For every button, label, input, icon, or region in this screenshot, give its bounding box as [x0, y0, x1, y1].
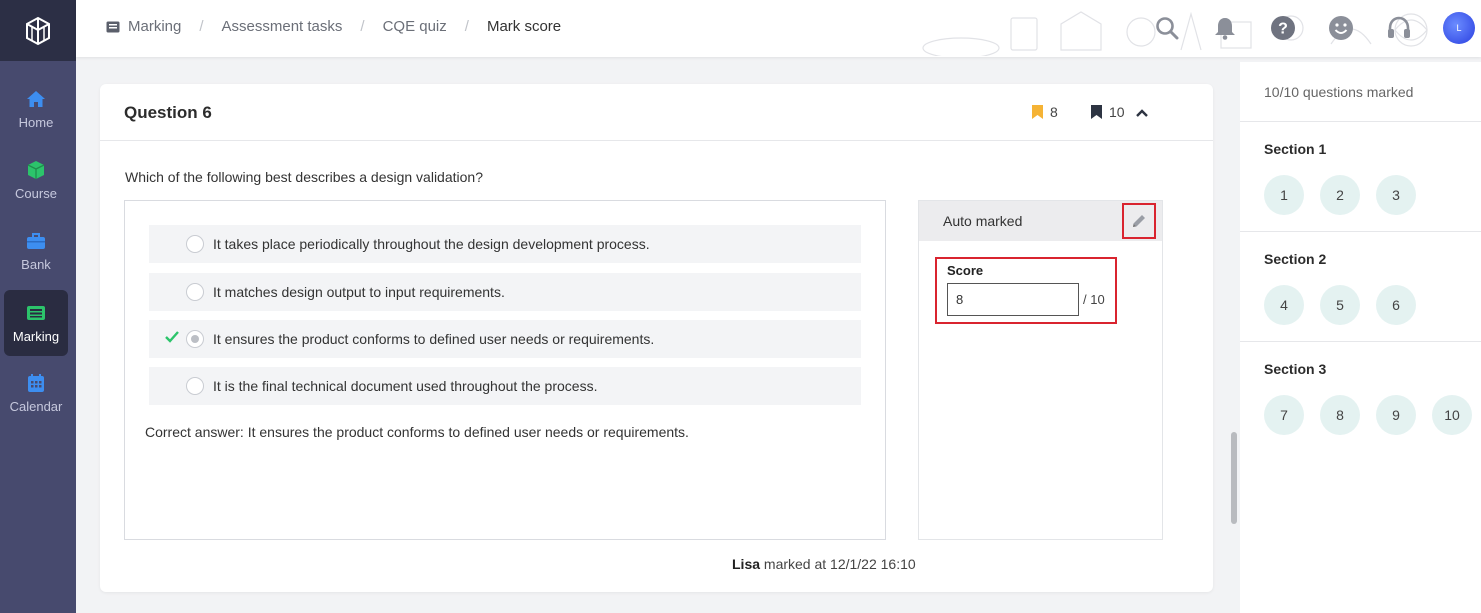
marked-count: 10/10 questions marked	[1264, 84, 1414, 100]
sidebar-item-marking[interactable]: Marking	[4, 290, 68, 356]
toolbox-icon	[26, 231, 46, 251]
breadcrumb-separator: /	[464, 18, 469, 35]
edit-score-button[interactable]	[1122, 203, 1156, 239]
sidebar-item-label: Calendar	[9, 398, 63, 414]
breadcrumb-quiz[interactable]: CQE quiz	[383, 18, 447, 35]
score-max: / 10	[1083, 292, 1105, 307]
option-label: It matches design output to input requir…	[213, 284, 505, 300]
headset-icon[interactable]	[1385, 14, 1413, 42]
breadcrumb-separator: /	[360, 18, 365, 35]
marked-by-note: Lisa marked at 12/1/22 16:10	[732, 556, 916, 572]
radio-button[interactable]	[186, 283, 204, 301]
awarded-score-badge: 8	[1032, 104, 1058, 120]
marking-panel: Auto marked Score / 10	[918, 200, 1163, 540]
chevron-up-icon[interactable]	[1135, 106, 1149, 120]
sidebar: Home Course Bank Marking Calendar	[0, 0, 76, 613]
radio-button[interactable]	[186, 235, 204, 253]
logo-icon	[26, 16, 50, 45]
radio-button[interactable]	[186, 377, 204, 395]
section-title: Section 1	[1264, 141, 1327, 157]
breadcrumb-assessment-tasks[interactable]: Assessment tasks	[222, 18, 343, 35]
avatar[interactable]: L	[1443, 12, 1475, 44]
max-score-badge: 10	[1091, 104, 1125, 120]
divider	[1240, 121, 1481, 122]
marking-breadcrumb-icon	[106, 21, 120, 32]
svg-text:?: ?	[1278, 21, 1288, 38]
home-icon	[26, 89, 46, 109]
question-header: Question 6 8 10	[100, 84, 1213, 141]
sidebar-item-calendar[interactable]: Calendar	[4, 360, 68, 426]
search-icon[interactable]	[1153, 14, 1181, 42]
bell-icon[interactable]	[1211, 14, 1239, 42]
breadcrumb: Marking / Assessment tasks / CQE quiz / …	[106, 18, 561, 35]
option-label: It is the final technical document used …	[213, 378, 598, 394]
score-section: Score / 10	[935, 257, 1117, 324]
app-logo[interactable]	[0, 0, 76, 61]
question-nav-button[interactable]: 9	[1376, 395, 1416, 435]
marker-name: Lisa	[732, 556, 761, 572]
sidebar-item-bank[interactable]: Bank	[4, 218, 68, 284]
breadcrumb-current: Mark score	[486, 18, 562, 35]
header-actions: ? L	[1153, 12, 1481, 44]
question-nav-button[interactable]: 5	[1320, 285, 1360, 325]
main-scrollbar[interactable]	[1229, 62, 1239, 613]
divider	[1240, 231, 1481, 232]
option-4[interactable]: It is the final technical document used …	[149, 367, 861, 405]
question-nav-button[interactable]: 3	[1376, 175, 1416, 215]
sidebar-item-label: Home	[18, 114, 54, 130]
question-title: Question 6	[124, 103, 212, 122]
marking-icon	[26, 303, 46, 323]
question-nav-button[interactable]: 1	[1264, 175, 1304, 215]
question-nav-button[interactable]: 2	[1320, 175, 1360, 215]
divider	[1240, 341, 1481, 342]
correct-answer: Correct answer: It ensures the product c…	[145, 424, 689, 440]
radio-button-selected[interactable]	[186, 330, 204, 348]
cube-icon	[26, 160, 46, 180]
top-header: Marking / Assessment tasks / CQE quiz / …	[76, 0, 1481, 57]
option-1[interactable]: It takes place periodically throughout t…	[149, 225, 861, 263]
question-nav-button[interactable]: 6	[1376, 285, 1416, 325]
calendar-icon	[26, 373, 46, 393]
section-title: Section 3	[1264, 361, 1327, 377]
radio-dot	[191, 335, 199, 343]
marking-panel-header: Auto marked	[919, 201, 1162, 241]
pencil-icon	[1133, 215, 1145, 227]
option-label: It ensures the product conforms to defin…	[213, 331, 655, 347]
breadcrumb-separator: /	[199, 18, 204, 35]
sidebar-item-label: Bank	[21, 256, 51, 272]
smiley-icon[interactable]	[1327, 14, 1355, 42]
section-title: Section 2	[1264, 251, 1327, 267]
help-icon[interactable]: ?	[1269, 14, 1297, 42]
sidebar-item-label: Course	[15, 185, 57, 201]
max-score-value: 10	[1109, 104, 1125, 120]
question-card: Question 6 8 10 Which of the following b…	[100, 84, 1213, 592]
score-input[interactable]	[947, 283, 1079, 316]
option-label: It takes place periodically throughout t…	[213, 236, 650, 252]
scrollbar-thumb[interactable]	[1231, 432, 1237, 524]
question-navigator: 10/10 questions marked Section 1 1 2 3 S…	[1240, 62, 1481, 613]
question-nav-button[interactable]: 8	[1320, 395, 1360, 435]
question-nav-button[interactable]: 4	[1264, 285, 1304, 325]
question-nav-button[interactable]: 10	[1432, 395, 1472, 435]
awarded-score-value: 8	[1050, 104, 1058, 120]
question-text: Which of the following best describes a …	[125, 169, 483, 185]
option-3[interactable]: It ensures the product conforms to defin…	[149, 320, 861, 358]
auto-marked-label: Auto marked	[943, 213, 1023, 229]
marked-at: marked at 12/1/22 16:10	[760, 556, 916, 572]
score-label: Score	[947, 263, 984, 278]
breadcrumb-marking[interactable]: Marking	[128, 18, 181, 35]
sidebar-item-course[interactable]: Course	[4, 147, 68, 213]
answer-options: It takes place periodically throughout t…	[124, 200, 886, 540]
bookmark-icon	[1091, 105, 1102, 119]
check-icon	[165, 331, 179, 343]
sidebar-item-home[interactable]: Home	[4, 76, 68, 142]
bookmark-icon	[1032, 105, 1043, 119]
sidebar-item-label: Marking	[12, 328, 60, 344]
question-nav-button[interactable]: 7	[1264, 395, 1304, 435]
option-2[interactable]: It matches design output to input requir…	[149, 273, 861, 311]
